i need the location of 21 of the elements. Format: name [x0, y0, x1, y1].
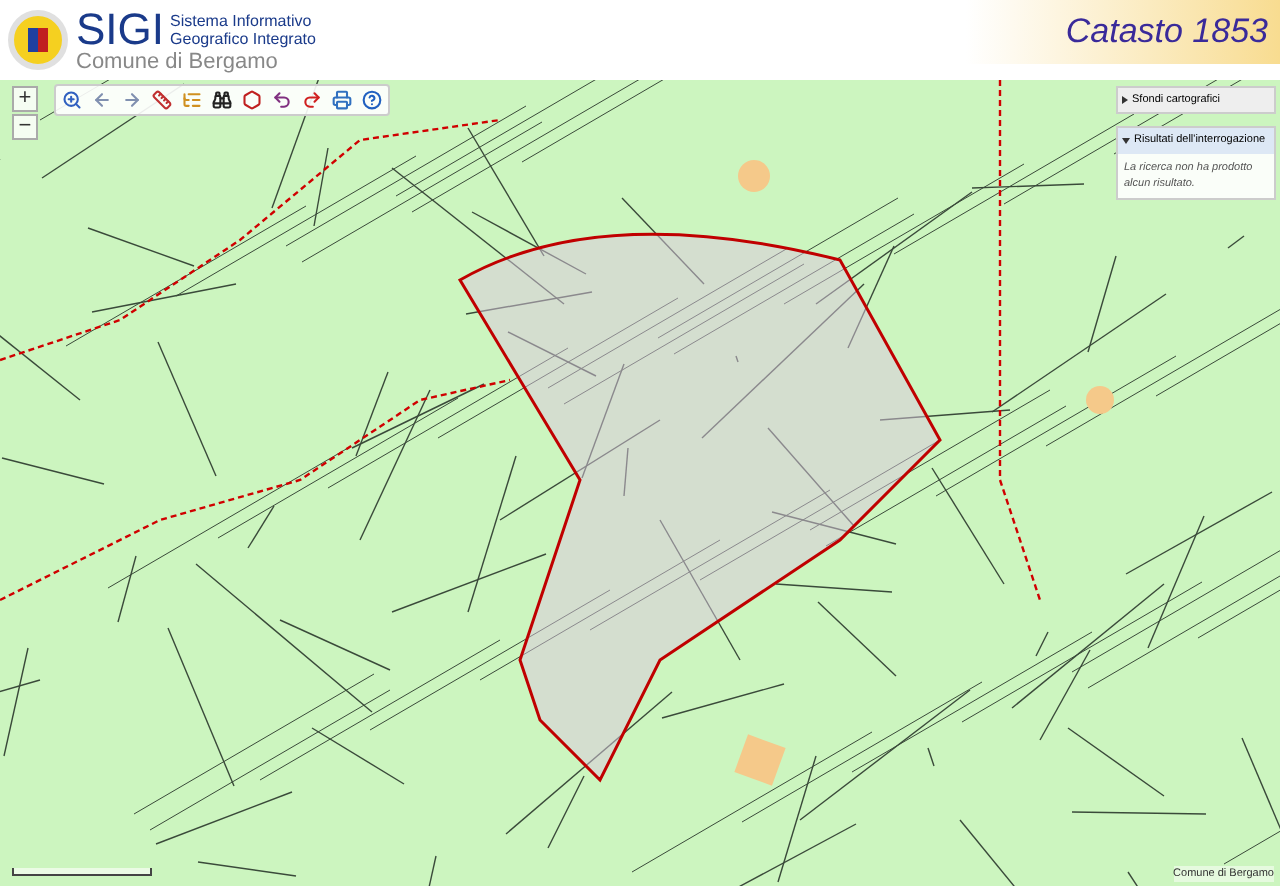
app-subtitle: Sistema Informativo — [170, 11, 314, 29]
redo-icon[interactable] — [302, 90, 322, 110]
caret-right-icon — [1122, 96, 1128, 105]
hexagon-icon[interactable] — [242, 90, 262, 110]
list-icon[interactable] — [182, 90, 202, 110]
caret-down-icon — [1122, 137, 1130, 144]
help-icon[interactable] — [362, 90, 382, 110]
arrow-right-icon[interactable] — [122, 90, 142, 110]
organization-name: Comune di Bergamo — [76, 51, 280, 73]
app-title: SIGI — [76, 7, 165, 51]
arrow-left-icon[interactable] — [92, 90, 112, 110]
zoom-in-icon[interactable] — [62, 90, 82, 110]
scale-bar-drawing — [12, 868, 152, 876]
undo-icon[interactable] — [272, 90, 292, 110]
zoom-in-button[interactable]: + — [12, 86, 38, 112]
ruler-icon[interactable] — [152, 90, 172, 110]
binoculars-icon[interactable] — [212, 90, 232, 110]
city-crest-icon — [8, 10, 68, 70]
printer-icon[interactable] — [332, 90, 352, 110]
app-subtitle: Geografico Integrato — [170, 29, 316, 47]
zoom-out-button[interactable]: − — [12, 114, 38, 140]
